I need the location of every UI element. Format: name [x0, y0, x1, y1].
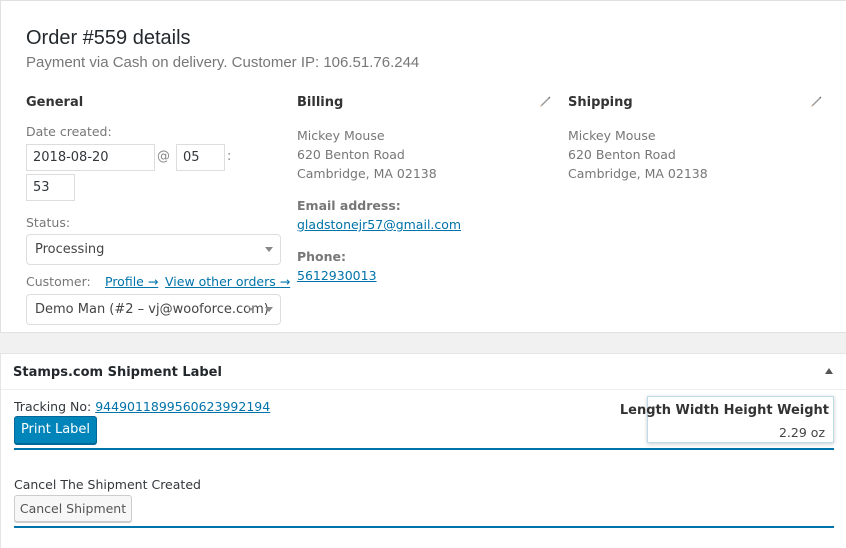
tracking-label: Tracking No:	[14, 399, 92, 414]
status-label: Status:	[26, 215, 71, 230]
billing-street: 620 Benton Road	[297, 147, 405, 162]
dimensions-header: Length Width Height Weight	[619, 403, 829, 418]
view-other-orders-link[interactable]: View other orders →	[165, 274, 290, 289]
chevron-down-icon	[265, 307, 273, 312]
time-colon: :	[227, 149, 232, 164]
order-subtitle: Payment via Cash on delivery. Customer I…	[26, 54, 420, 71]
billing-phone-link[interactable]: 5612930013	[297, 268, 377, 283]
date-created-label: Date created:	[26, 124, 112, 139]
print-label-button[interactable]: Print Label	[14, 416, 97, 444]
package-dimensions-box: Length Width Height Weight 2.29 oz	[620, 396, 834, 443]
at-separator: @	[157, 149, 170, 164]
clear-icon[interactable]: ×	[246, 295, 256, 324]
stamps-panel-title: Stamps.com Shipment Label	[13, 365, 222, 380]
status-select[interactable]: Processing	[26, 234, 281, 265]
chevron-down-icon	[265, 247, 273, 252]
billing-city: Cambridge, MA 02138	[297, 166, 437, 181]
hour-input[interactable]: 05	[176, 144, 225, 171]
billing-heading: Billing	[297, 95, 344, 110]
billing-email-link[interactable]: gladstonejr57@gmail.com	[297, 217, 461, 232]
minute-input[interactable]: 53	[26, 174, 75, 201]
tracking-row: Tracking No: 9449011899560623992194	[14, 399, 270, 414]
profile-link[interactable]: Profile →	[105, 274, 158, 289]
stamps-shipment-panel: Stamps.com Shipment Label Tracking No: 9…	[0, 353, 846, 548]
date-input[interactable]: 2018-08-20	[26, 144, 155, 171]
tracking-number-link[interactable]: 9449011899560623992194	[95, 399, 270, 414]
edit-billing-pencil-icon[interactable]	[538, 94, 552, 108]
general-heading: General	[26, 95, 84, 110]
collapse-arrow-icon[interactable]	[825, 368, 833, 374]
weight-value: 2.29 oz	[778, 425, 825, 440]
shipping-city: Cambridge, MA 02138	[568, 166, 708, 181]
section-divider	[14, 448, 834, 450]
order-data-panel: Order #559 details Payment via Cash on d…	[0, 0, 846, 333]
edit-shipping-pencil-icon[interactable]	[809, 94, 823, 108]
billing-phone-label: Phone:	[297, 249, 347, 264]
customer-label: Customer:	[26, 274, 91, 289]
status-value: Processing	[35, 242, 105, 257]
cancel-shipment-label: Cancel The Shipment Created	[14, 477, 201, 492]
customer-value: Demo Man (#2 – vj@wooforce.com)	[35, 302, 269, 317]
billing-email-label: Email address:	[297, 198, 401, 213]
shipping-heading: Shipping	[568, 95, 633, 110]
cancel-shipment-button[interactable]: Cancel Shipment	[14, 495, 132, 522]
customer-select[interactable]: Demo Man (#2 – vj@wooforce.com) ×	[26, 294, 281, 325]
stamps-panel-header[interactable]: Stamps.com Shipment Label	[1, 354, 846, 390]
billing-name: Mickey Mouse	[297, 128, 385, 143]
shipping-name: Mickey Mouse	[568, 128, 656, 143]
section-divider	[14, 526, 834, 528]
page-title: Order #559 details	[26, 27, 191, 49]
shipping-street: 620 Benton Road	[568, 147, 676, 162]
